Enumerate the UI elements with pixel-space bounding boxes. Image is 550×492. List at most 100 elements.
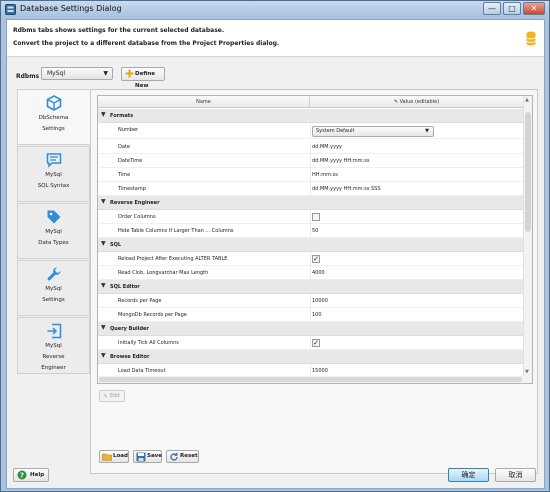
scroll-up-icon[interactable]: ▲	[525, 97, 529, 103]
minimize-button[interactable]: —	[483, 2, 501, 15]
property-value[interactable]: dd.MM.yyyy	[312, 144, 342, 150]
define-new-button[interactable]: Define New	[121, 67, 165, 89]
reset-label: Reset	[180, 453, 198, 459]
sidebar-item-label: Settings	[42, 297, 65, 303]
category-label: Query Builder	[110, 326, 149, 332]
hscroll-thumb[interactable]	[99, 377, 522, 382]
rdbms-label: Rdbms	[16, 73, 40, 80]
category-row[interactable]: ▼ SQL Editor	[98, 280, 523, 294]
category-label: Reverse Engineer	[110, 200, 160, 206]
edit-label: Edit	[110, 393, 120, 399]
property-checkbox[interactable]	[312, 213, 320, 221]
column-header-value-label: Value (editable)	[399, 99, 440, 105]
property-row[interactable]: Time HH:mm:ss	[98, 168, 523, 182]
save-icon	[136, 452, 146, 462]
vertical-scrollbar[interactable]: ▲ ▼	[523, 96, 532, 383]
edit-button[interactable]: ✎ Edit	[99, 390, 125, 402]
property-name: Hide Table Columns If Larger Than ... Co…	[118, 228, 234, 234]
collapse-icon[interactable]: ▼	[101, 198, 106, 205]
property-name: MongoDb Records per Page	[118, 312, 187, 318]
close-button[interactable]: ✕	[523, 2, 545, 15]
save-label: Save	[147, 453, 162, 459]
maximize-button[interactable]: □	[503, 2, 521, 15]
property-value[interactable]: dd.MM.yyyy HH:mm:ss	[312, 158, 369, 164]
property-value[interactable]: dd.MM.yyyy HH:mm:ss SSS	[312, 186, 381, 192]
property-select[interactable]: System Default ▼	[312, 126, 434, 137]
cancel-button[interactable]: 取消	[495, 468, 536, 482]
category-row[interactable]: ▼ Reverse Engineer	[98, 196, 523, 210]
collapse-icon[interactable]: ▼	[101, 111, 106, 118]
help-label: Help	[30, 472, 45, 478]
chat-icon	[46, 153, 61, 168]
property-row[interactable]: Records per Page 10000	[98, 294, 523, 308]
collapse-icon[interactable]: ▼	[101, 282, 106, 289]
category-label: SQL Editor	[110, 284, 140, 290]
sidebar-item-reverse-engineer[interactable]: MySql Reverse Engineer	[17, 317, 90, 374]
chevron-down-icon: ▼	[425, 128, 429, 134]
collapse-icon[interactable]: ▼	[101, 240, 106, 247]
load-button[interactable]: Load	[99, 450, 129, 463]
category-row[interactable]: ▼ SQL	[98, 238, 523, 252]
property-name: Reload Project After Executing ALTER TAB…	[118, 256, 228, 262]
property-row[interactable]: MongoDb Records per Page 100	[98, 308, 523, 322]
category-row[interactable]: ▼ Browse Editor	[98, 350, 523, 364]
column-separator	[310, 154, 311, 168]
property-row[interactable]: Date dd.MM.yyyy	[98, 140, 523, 154]
column-separator	[310, 266, 311, 280]
horizontal-scrollbar[interactable]	[98, 376, 525, 383]
column-header-name[interactable]: Name	[98, 96, 310, 108]
wrench-icon	[47, 267, 60, 281]
header-line-1: Rdbms tabs shows settings for the curren…	[13, 27, 225, 34]
window-title: Database Settings Dialog	[20, 4, 122, 13]
sidebar-item-sql-syntax[interactable]: MySql SQL Syntax	[17, 146, 90, 202]
sidebar-item-mysql-settings[interactable]: MySql Settings	[17, 260, 90, 316]
property-row[interactable]: Read Clob, Longvarchar Max Length 4000	[98, 266, 523, 280]
property-value[interactable]: 10000	[312, 298, 328, 304]
property-value[interactable]: HH:mm:ss	[312, 172, 338, 178]
chevron-down-icon: ▼	[103, 70, 108, 77]
sidebar-item-data-types[interactable]: MySql Data Types	[17, 203, 90, 259]
help-button[interactable]: ? Help	[13, 468, 49, 482]
collapse-icon[interactable]: ▼	[101, 352, 106, 359]
rdbms-select[interactable]: MySql ▼	[41, 67, 113, 80]
property-row[interactable]: Timestamp dd.MM.yyyy HH:mm:ss SSS	[98, 182, 523, 196]
collapse-icon[interactable]: ▼	[101, 324, 106, 331]
property-row[interactable]: Initially Tick All Columns ✓	[98, 336, 523, 350]
app-icon	[5, 4, 16, 15]
property-row[interactable]: Order Columns	[98, 210, 523, 224]
property-name: DateTime	[118, 158, 143, 164]
property-value[interactable]: 100	[312, 312, 322, 318]
property-name: Records per Page	[118, 298, 162, 304]
save-button[interactable]: Save	[133, 450, 162, 463]
column-separator	[310, 123, 311, 137]
sidebar-item-label: MySql	[45, 229, 62, 235]
property-row[interactable]: Number System Default ▼	[98, 123, 523, 139]
property-name: Timestamp	[118, 186, 146, 192]
column-header-value[interactable]: ✎ Value (editable)	[310, 96, 523, 108]
property-value[interactable]: 50	[312, 228, 318, 234]
property-row[interactable]: Hide Table Columns If Larger Than ... Co…	[98, 224, 523, 238]
sidebar-item-dbschema-settings[interactable]: DbSchema Settings	[17, 89, 90, 145]
database-icon	[526, 31, 536, 46]
column-separator	[310, 252, 311, 266]
sidebar-item-label: SQL Syntax	[37, 183, 70, 189]
property-value[interactable]: 15000	[312, 368, 328, 374]
settings-panel: Name ✎ Value (editable) ▼ Formats Number Sy…	[90, 89, 538, 474]
category-row[interactable]: ▼ Formats	[98, 109, 523, 123]
scroll-down-icon[interactable]: ▼	[525, 369, 529, 375]
scroll-thumb[interactable]	[525, 112, 531, 232]
title-bar[interactable]: Database Settings Dialog — □ ✕	[1, 1, 549, 18]
column-separator	[310, 308, 311, 322]
property-name: Order Columns	[118, 214, 156, 220]
tag-icon	[47, 210, 60, 224]
property-row[interactable]: Reload Project After Executing ALTER TAB…	[98, 252, 523, 266]
property-row[interactable]: DateTime dd.MM.yyyy HH:mm:ss	[98, 154, 523, 168]
property-checkbox[interactable]: ✓	[312, 255, 320, 263]
svg-text:?: ?	[20, 472, 24, 480]
help-icon: ?	[17, 470, 27, 480]
property-value[interactable]: 4000	[312, 270, 325, 276]
property-checkbox[interactable]: ✓	[312, 339, 320, 347]
category-row[interactable]: ▼ Query Builder	[98, 322, 523, 336]
ok-button[interactable]: 确定	[448, 468, 489, 482]
reset-button[interactable]: Reset	[166, 450, 199, 463]
